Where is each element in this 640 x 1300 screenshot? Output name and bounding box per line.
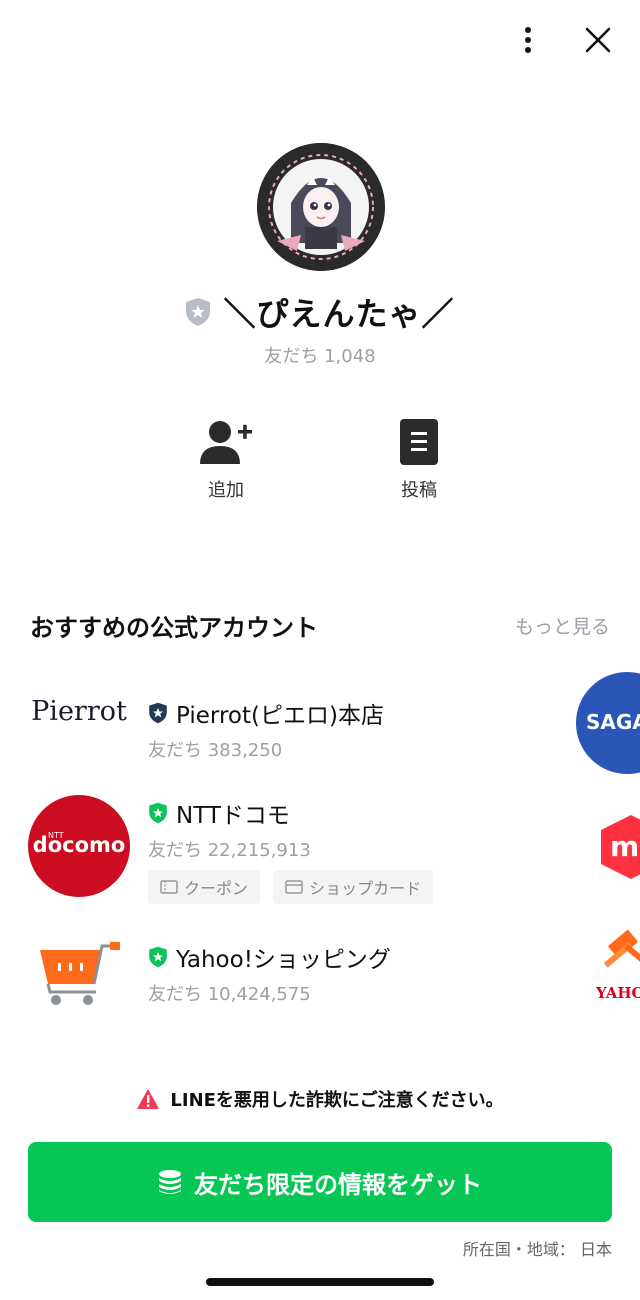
yahoo-logo-text: YAHO: [596, 984, 640, 1002]
navy-shield-icon: [149, 702, 167, 724]
account-friends: 友だち 383,250: [148, 740, 283, 761]
cta-label: 友だち限定の情報をゲット: [194, 1170, 482, 1199]
docomo-logo-text: docomo: [32, 833, 126, 857]
fraud-warning: LINEを悪用した詐欺にご注意ください。: [0, 1086, 640, 1112]
add-friend-icon: [200, 421, 252, 464]
post-document-icon: [400, 419, 438, 465]
yahoo-auction-account-logo[interactable]: YAHO: [596, 926, 640, 1008]
account-item[interactable]: NTT docomo NTTドコモ 友だち 22,215,913 クーポン ショ…: [28, 794, 468, 904]
posts-button[interactable]: 投稿: [359, 418, 479, 502]
coupon-chip[interactable]: クーポン: [148, 870, 261, 904]
recommended-title: おすすめの公式アカウント: [30, 614, 318, 642]
mercari-account-logo[interactable]: m: [596, 812, 640, 882]
sagawa-logo-text: SAGAW: [586, 710, 640, 734]
account-friends: 友だち 22,215,913: [148, 840, 311, 861]
profile-avatar[interactable]: [257, 143, 385, 271]
gavel-icon: [603, 929, 640, 971]
green-shield-icon: [149, 802, 167, 824]
shopping-cart-icon: [40, 942, 120, 1005]
avatar-image: [257, 143, 385, 271]
account-item[interactable]: Pierrot Pierrot(ピエロ)本店 友だち 383,250: [28, 682, 448, 772]
profile-name-row: ＼ぴえんたゃ／: [0, 290, 640, 334]
get-friend-info-button[interactable]: 友だち限定の情報をゲット: [28, 1142, 612, 1222]
see-more-link[interactable]: もっと見る: [515, 612, 610, 639]
sagawa-account-logo[interactable]: SAGAW: [576, 672, 640, 774]
add-friend-button[interactable]: 追加: [166, 418, 286, 502]
profile-friends-count: 友だち 1,048: [264, 346, 376, 367]
close-icon: [585, 27, 611, 53]
warning-triangle-icon: [137, 1089, 160, 1109]
account-name: Yahoo!ショッピング: [176, 947, 391, 973]
home-indicator[interactable]: [206, 1278, 434, 1286]
region-label: 所在国・地域： 日本: [462, 1240, 612, 1259]
green-shield-icon: [149, 946, 167, 968]
pierrot-logo: Pierrot: [31, 696, 127, 727]
account-name: Pierrot(ピエロ)本店: [176, 703, 384, 729]
warning-text: LINEを悪用した詐欺にご注意ください。: [170, 1090, 504, 1111]
close-button[interactable]: [576, 18, 620, 62]
shop-card-chip[interactable]: ショップカード: [273, 870, 434, 904]
account-item[interactable]: Yahoo!ショッピング 友だち 10,424,575: [28, 930, 468, 1020]
more-options-button[interactable]: [506, 18, 550, 62]
mercari-logo-text: m: [610, 830, 640, 863]
docomo-logo: NTT docomo: [28, 795, 130, 897]
account-name: NTTドコモ: [176, 803, 290, 829]
profile-name: ＼ぴえんたゃ／: [223, 295, 455, 333]
coin-stack-icon: [159, 1170, 181, 1194]
verified-shield-icon: [186, 298, 211, 326]
shop-card-icon: [285, 880, 303, 894]
coupon-icon: [160, 880, 178, 894]
account-friends: 友だち 10,424,575: [148, 984, 311, 1005]
posts-label: 投稿: [401, 480, 437, 501]
add-friend-label: 追加: [208, 480, 244, 501]
more-vertical-icon: [525, 27, 531, 53]
